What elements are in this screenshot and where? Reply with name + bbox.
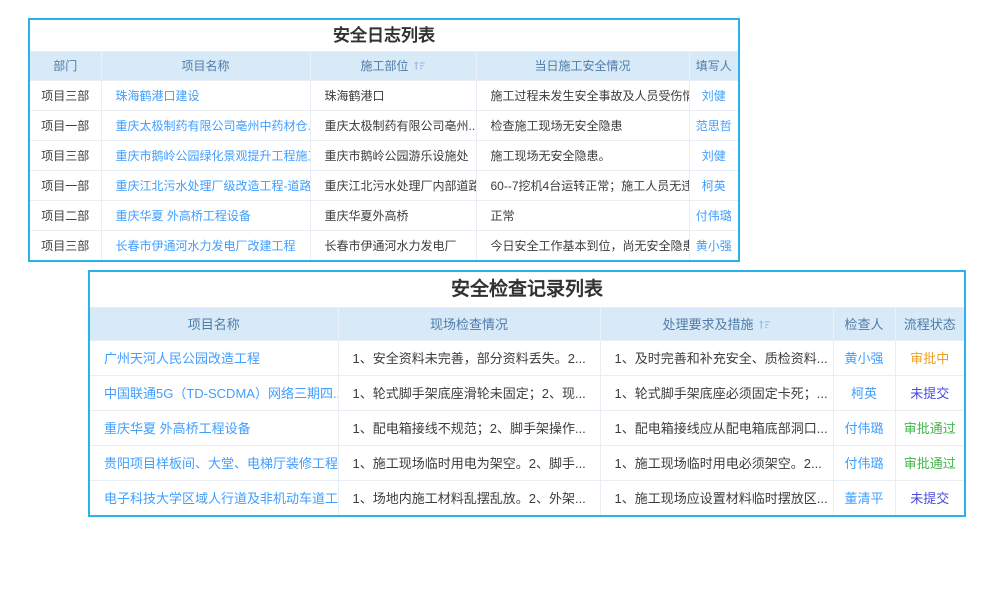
project-link[interactable]: 长春市伊通河水力发电厂改建工程 [101, 230, 310, 260]
safety-inspection-body: 广州天河人民公园改造工程 1、安全资料未完善，部分资料丢失。2... 1、及时完… [90, 340, 964, 515]
inspector-link[interactable]: 付伟璐 [833, 445, 895, 480]
situation-cell: 60--7挖机4台运转正常；施工人员无违... [476, 170, 689, 200]
safety-log-header-row: 部门 项目名称 施工部位 当日施工安全情况 填写人 [30, 52, 738, 80]
project-link[interactable]: 重庆市鹅岭公园绿化景观提升工程施工 [101, 140, 310, 170]
safety-inspection-table: 项目名称 现场检查情况 处理要求及措施 检查人 流程状态 广州天河人民公园改造工… [90, 308, 964, 515]
dept-cell: 项目一部 [30, 110, 101, 140]
measure-cell: 1、及时完善和补充安全、质检资料... [600, 340, 833, 375]
table-row: 电子科技大学区域人行道及非机动车道工... 1、场地内施工材料乱摆乱放。2、外架… [90, 480, 964, 515]
inspector-link[interactable]: 黄小强 [833, 340, 895, 375]
project-link[interactable]: 珠海鹤港口建设 [101, 80, 310, 110]
project-link[interactable]: 广州天河人民公园改造工程 [90, 340, 338, 375]
table-row: 项目二部 重庆华夏 外高桥工程设备 重庆华夏外高桥 正常 付伟璐 [30, 200, 738, 230]
project-link[interactable]: 重庆华夏 外高桥工程设备 [101, 200, 310, 230]
table-row: 贵阳项目样板间、大堂、电梯厅装修工程 1、施工现场临时用电为架空。2、脚手...… [90, 445, 964, 480]
col-header-label: 部门 [53, 59, 77, 73]
safety-log-panel: 安全日志列表 部门 项目名称 施工部位 当日施工安全情况 填写人 项目三部 珠海… [28, 18, 740, 262]
safety-inspection-panel: 安全检查记录列表 项目名称 现场检查情况 处理要求及措施 检查人 流程状态 广州… [88, 270, 966, 517]
dept-cell: 项目三部 [30, 80, 101, 110]
table-row: 项目三部 长春市伊通河水力发电厂改建工程 长春市伊通河水力发电厂 今日安全工作基… [30, 230, 738, 260]
col-header-label: 填写人 [696, 59, 732, 73]
check-cell: 1、场地内施工材料乱摆乱放。2、外架... [338, 480, 600, 515]
writer-link[interactable]: 范思哲 [689, 110, 738, 140]
project-link[interactable]: 重庆华夏 外高桥工程设备 [90, 410, 338, 445]
situation-cell: 施工现场无安全隐患。 [476, 140, 689, 170]
measure-cell: 1、施工现场应设置材料临时摆放区... [600, 480, 833, 515]
safety-inspection-title: 安全检查记录列表 [90, 272, 964, 308]
dept-cell: 项目三部 [30, 230, 101, 260]
col-header-label: 施工部位 [360, 59, 408, 73]
col-header-label: 当日施工安全情况 [534, 59, 630, 73]
table-row: 中国联通5G（TD-SCDMA）网络三期四... 1、轮式脚手架底座滑轮未固定；… [90, 375, 964, 410]
measure-cell: 1、轮式脚手架底座必须固定卡死；... [600, 375, 833, 410]
table-row: 项目一部 重庆太极制药有限公司亳州中药材仓... 重庆太极制药有限公司亳州...… [30, 110, 738, 140]
col-header-label: 项目名称 [188, 317, 240, 332]
sort-amount-icon[interactable] [758, 318, 771, 331]
situation-cell: 正常 [476, 200, 689, 230]
status-badge[interactable]: 审批中 [895, 340, 964, 375]
col-header-status: 流程状态 [895, 308, 964, 340]
col-header-project: 项目名称 [101, 52, 310, 80]
table-row: 项目三部 重庆市鹅岭公园绿化景观提升工程施工 重庆市鹅岭公园游乐设施处 施工现场… [30, 140, 738, 170]
col-header-dept: 部门 [30, 52, 101, 80]
inspector-link[interactable]: 董清平 [833, 480, 895, 515]
project-link[interactable]: 重庆江北污水处理厂级改造工程-道路... [101, 170, 310, 200]
check-cell: 1、轮式脚手架底座滑轮未固定；2、现... [338, 375, 600, 410]
check-cell: 1、配电箱接线不规范；2、脚手架操作... [338, 410, 600, 445]
site-cell: 珠海鹤港口 [310, 80, 476, 110]
col-header-label: 检查人 [844, 317, 883, 332]
situation-cell: 施工过程未发生安全事故及人员受伤情况 [476, 80, 689, 110]
check-cell: 1、施工现场临时用电为架空。2、脚手... [338, 445, 600, 480]
writer-link[interactable]: 付伟璐 [689, 200, 738, 230]
writer-link[interactable]: 柯英 [689, 170, 738, 200]
col-header-project: 项目名称 [90, 308, 338, 340]
col-header-site-sortable[interactable]: 施工部位 [310, 52, 476, 80]
writer-link[interactable]: 刘健 [689, 80, 738, 110]
measure-cell: 1、配电箱接线应从配电箱底部洞口... [600, 410, 833, 445]
col-header-writer: 填写人 [689, 52, 738, 80]
inspector-link[interactable]: 柯英 [833, 375, 895, 410]
col-header-inspector: 检查人 [833, 308, 895, 340]
project-link[interactable]: 重庆太极制药有限公司亳州中药材仓... [101, 110, 310, 140]
project-link[interactable]: 中国联通5G（TD-SCDMA）网络三期四... [90, 375, 338, 410]
site-cell: 重庆市鹅岭公园游乐设施处 [310, 140, 476, 170]
col-header-label: 流程状态 [904, 317, 956, 332]
writer-link[interactable]: 黄小强 [689, 230, 738, 260]
col-header-measure-sortable[interactable]: 处理要求及措施 [600, 308, 833, 340]
site-cell: 重庆华夏外高桥 [310, 200, 476, 230]
status-badge[interactable]: 审批通过 [895, 410, 964, 445]
col-header-label: 处理要求及措施 [662, 317, 753, 332]
table-row: 项目三部 珠海鹤港口建设 珠海鹤港口 施工过程未发生安全事故及人员受伤情况 刘健 [30, 80, 738, 110]
project-link[interactable]: 贵阳项目样板间、大堂、电梯厅装修工程 [90, 445, 338, 480]
site-cell: 重庆江北污水处理厂内部道路 [310, 170, 476, 200]
status-badge[interactable]: 审批通过 [895, 445, 964, 480]
site-cell: 重庆太极制药有限公司亳州... [310, 110, 476, 140]
safety-log-table: 部门 项目名称 施工部位 当日施工安全情况 填写人 项目三部 珠海鹤港口建设 珠… [30, 52, 738, 260]
safety-log-title: 安全日志列表 [30, 20, 738, 52]
table-row: 重庆华夏 外高桥工程设备 1、配电箱接线不规范；2、脚手架操作... 1、配电箱… [90, 410, 964, 445]
site-cell: 长春市伊通河水力发电厂 [310, 230, 476, 260]
inspector-link[interactable]: 付伟璐 [833, 410, 895, 445]
col-header-situation: 当日施工安全情况 [476, 52, 689, 80]
safety-log-body: 项目三部 珠海鹤港口建设 珠海鹤港口 施工过程未发生安全事故及人员受伤情况 刘健… [30, 80, 738, 260]
writer-link[interactable]: 刘健 [689, 140, 738, 170]
table-row: 项目一部 重庆江北污水处理厂级改造工程-道路... 重庆江北污水处理厂内部道路 … [30, 170, 738, 200]
status-badge[interactable]: 未提交 [895, 480, 964, 515]
check-cell: 1、安全资料未完善，部分资料丢失。2... [338, 340, 600, 375]
col-header-label: 现场检查情况 [430, 317, 508, 332]
dept-cell: 项目一部 [30, 170, 101, 200]
measure-cell: 1、施工现场临时用电必须架空。2... [600, 445, 833, 480]
situation-cell: 检查施工现场无安全隐患 [476, 110, 689, 140]
col-header-label: 项目名称 [181, 59, 229, 73]
sort-amount-icon[interactable] [413, 59, 426, 72]
col-header-check: 现场检查情况 [338, 308, 600, 340]
safety-inspection-header-row: 项目名称 现场检查情况 处理要求及措施 检查人 流程状态 [90, 308, 964, 340]
dept-cell: 项目二部 [30, 200, 101, 230]
dept-cell: 项目三部 [30, 140, 101, 170]
project-link[interactable]: 电子科技大学区域人行道及非机动车道工... [90, 480, 338, 515]
situation-cell: 今日安全工作基本到位，尚无安全隐患... [476, 230, 689, 260]
table-row: 广州天河人民公园改造工程 1、安全资料未完善，部分资料丢失。2... 1、及时完… [90, 340, 964, 375]
status-badge[interactable]: 未提交 [895, 375, 964, 410]
